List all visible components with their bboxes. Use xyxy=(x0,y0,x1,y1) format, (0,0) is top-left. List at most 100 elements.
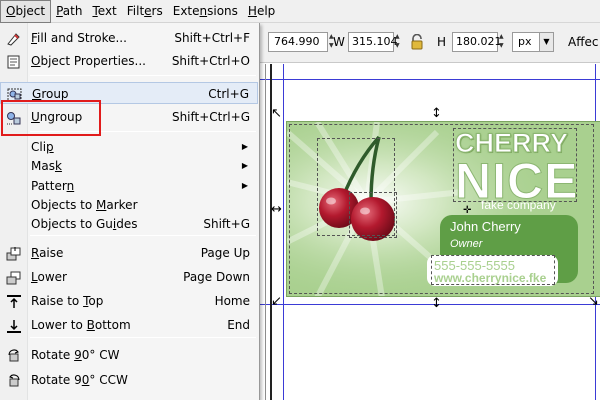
menu-extensions-label-post: sions xyxy=(207,4,238,18)
menu-item-shortcut: Page Down xyxy=(183,270,250,284)
menu-item-label-mn: B xyxy=(86,318,95,332)
menu-item-shortcut: Shift+G xyxy=(203,217,250,231)
menu-item-raise[interactable]: Raise Page Up xyxy=(0,242,258,264)
menu-item-objects-to-guides[interactable]: Objects to Guides Shift+G xyxy=(0,213,258,235)
menu-item-label-mn: p xyxy=(46,140,54,154)
menu-text[interactable]: Text xyxy=(87,0,121,22)
menu-item-rotate-ccw[interactable]: Rotate 90° CCW xyxy=(0,369,258,391)
w-spinner[interactable]: ▲ ▼ xyxy=(395,32,405,52)
menu-item-mask[interactable]: Mask ▶ xyxy=(0,155,258,177)
w-field[interactable]: 315.104 xyxy=(348,32,398,52)
menu-item-label: Fill and Stroke... xyxy=(31,27,127,49)
menu-item-shortcut: Shift+Ctrl+F xyxy=(174,31,250,45)
menu-item-label-mn: M xyxy=(96,198,107,212)
menu-item-shortcut: Page Up xyxy=(200,246,250,260)
menu-item-label-post: ottom xyxy=(94,318,131,332)
menu-item-label: Rotate 90° CW xyxy=(31,344,119,366)
h-value: 180.021 xyxy=(456,35,502,48)
menu-item-label-post: bject Properties... xyxy=(40,54,146,68)
menu-item-label-post: 0° CW xyxy=(81,348,120,362)
object-properties-icon xyxy=(6,54,22,69)
menu-item-label-pre: Objects to Gu xyxy=(31,217,113,231)
menu-item-label: Raise xyxy=(31,242,63,264)
lower-to-bottom-icon xyxy=(6,318,22,333)
menu-item-shortcut: Home xyxy=(214,294,250,308)
resize-handle-icon[interactable]: ↙ xyxy=(271,295,282,308)
menu-item-lower[interactable]: Lower Page Down xyxy=(0,266,258,288)
menu-item-label-mn: R xyxy=(31,246,40,260)
menu-object[interactable]: Object xyxy=(0,0,52,23)
menu-extensions[interactable]: Extensions xyxy=(168,0,243,22)
menu-item-shortcut: Shift+Ctrl+O xyxy=(171,54,250,68)
menu-item-label: Lower xyxy=(31,266,67,288)
rotate-ccw-icon xyxy=(6,373,22,387)
w-label: W xyxy=(333,35,345,49)
menu-separator xyxy=(30,235,256,236)
menu-path-label-post: ath xyxy=(62,4,83,18)
menu-item-label: Lower to Bottom xyxy=(31,314,131,336)
menu-item-label-pre: Objects to xyxy=(31,198,97,212)
resize-handle-icon[interactable]: ↕ xyxy=(431,107,442,120)
h-field[interactable]: 180.021 xyxy=(452,32,502,52)
rotation-center-icon[interactable]: ✛ xyxy=(463,204,471,217)
vertical-guide[interactable] xyxy=(283,64,284,400)
menu-item-fill-and-stroke[interactable]: Fill and Stroke... Shift+Ctrl+F xyxy=(0,27,258,49)
unit-select[interactable]: px ▼ xyxy=(512,32,554,52)
menu-item-label: Raise to Top xyxy=(31,290,103,312)
menu-item-raise-to-top[interactable]: Raise to Top Home xyxy=(0,290,258,312)
menu-item-label-mn: 9 xyxy=(74,348,82,362)
resize-handle-icon[interactable]: ↔ xyxy=(271,203,282,216)
menu-item-label-post: ill and Stroke... xyxy=(37,31,127,45)
affect-label: Affec xyxy=(568,35,599,49)
menu-separator xyxy=(30,75,256,76)
chevron-down-icon: ▼ xyxy=(539,33,553,51)
business-card[interactable]: CHERRY NICE fake company John Cherry Own… xyxy=(286,121,600,297)
menu-item-label-post: arker xyxy=(106,198,138,212)
menu-item-label-pre: Rotate xyxy=(31,348,75,362)
group-icon xyxy=(7,87,23,102)
menu-item-label-post: aise xyxy=(39,246,64,260)
menu-object-label-post: bject xyxy=(15,4,46,18)
menu-help[interactable]: Help xyxy=(243,0,280,22)
lock-icon[interactable] xyxy=(410,33,424,50)
menu-bar: Object Path Text Filters Extensions Help xyxy=(0,0,600,23)
selection-bbox-all xyxy=(289,124,594,294)
menu-item-label-post: ower xyxy=(37,270,67,284)
h-label: H xyxy=(437,35,447,49)
resize-handle-icon[interactable]: ↕ xyxy=(431,297,442,310)
menu-item-label: Mask xyxy=(31,155,62,177)
menu-help-label-mn: H xyxy=(247,4,257,18)
menu-filters[interactable]: Filters xyxy=(122,0,168,22)
menu-item-label-mn: k xyxy=(54,159,62,173)
menu-item-label-mn: n xyxy=(66,179,75,193)
menu-item-label-post: des xyxy=(116,217,138,231)
menu-extensions-label-mn: n xyxy=(199,4,208,18)
menu-filters-label-pre: Filt xyxy=(126,4,145,18)
submenu-arrow-icon: ▶ xyxy=(241,161,248,170)
menu-item-rotate-cw[interactable]: Rotate 90° CW xyxy=(0,344,258,366)
menu-help-label-post: elp xyxy=(256,4,276,18)
group-highlight-outline xyxy=(1,100,101,136)
menu-item-shortcut: Shift+Ctrl+G xyxy=(171,110,250,124)
menu-item-label: Objects to Guides xyxy=(31,213,138,235)
resize-handle-icon[interactable]: ↖ xyxy=(271,107,282,120)
menu-item-lower-to-bottom[interactable]: Lower to Bottom End xyxy=(0,314,258,336)
menu-item-label-pre: Cli xyxy=(31,140,47,154)
h-spinner[interactable]: ▲ ▼ xyxy=(499,32,509,52)
object-menu: Fill and Stroke... Shift+Ctrl+F Object Pro… xyxy=(0,23,260,400)
menu-item-label-mn: G xyxy=(32,87,42,101)
menu-item-label-pre: Raise to xyxy=(31,294,84,308)
unit-value: px xyxy=(518,35,532,48)
menu-path[interactable]: Path xyxy=(51,0,87,22)
menu-item-object-properties[interactable]: Object Properties... Shift+Ctrl+O xyxy=(0,50,258,72)
menu-separator xyxy=(30,337,256,338)
menu-item-label-post: roup xyxy=(41,87,69,101)
y-field[interactable]: 764.990 xyxy=(268,32,328,52)
raise-to-top-icon xyxy=(6,294,22,308)
menu-text-label-post: ext xyxy=(97,4,117,18)
fill-stroke-icon xyxy=(6,31,22,46)
menu-item-label-pre: Lower to xyxy=(31,318,87,332)
w-value: 315.104 xyxy=(352,35,398,48)
menu-item-label-post: op xyxy=(88,294,104,308)
resize-handle-icon[interactable]: ↘ xyxy=(588,295,599,308)
